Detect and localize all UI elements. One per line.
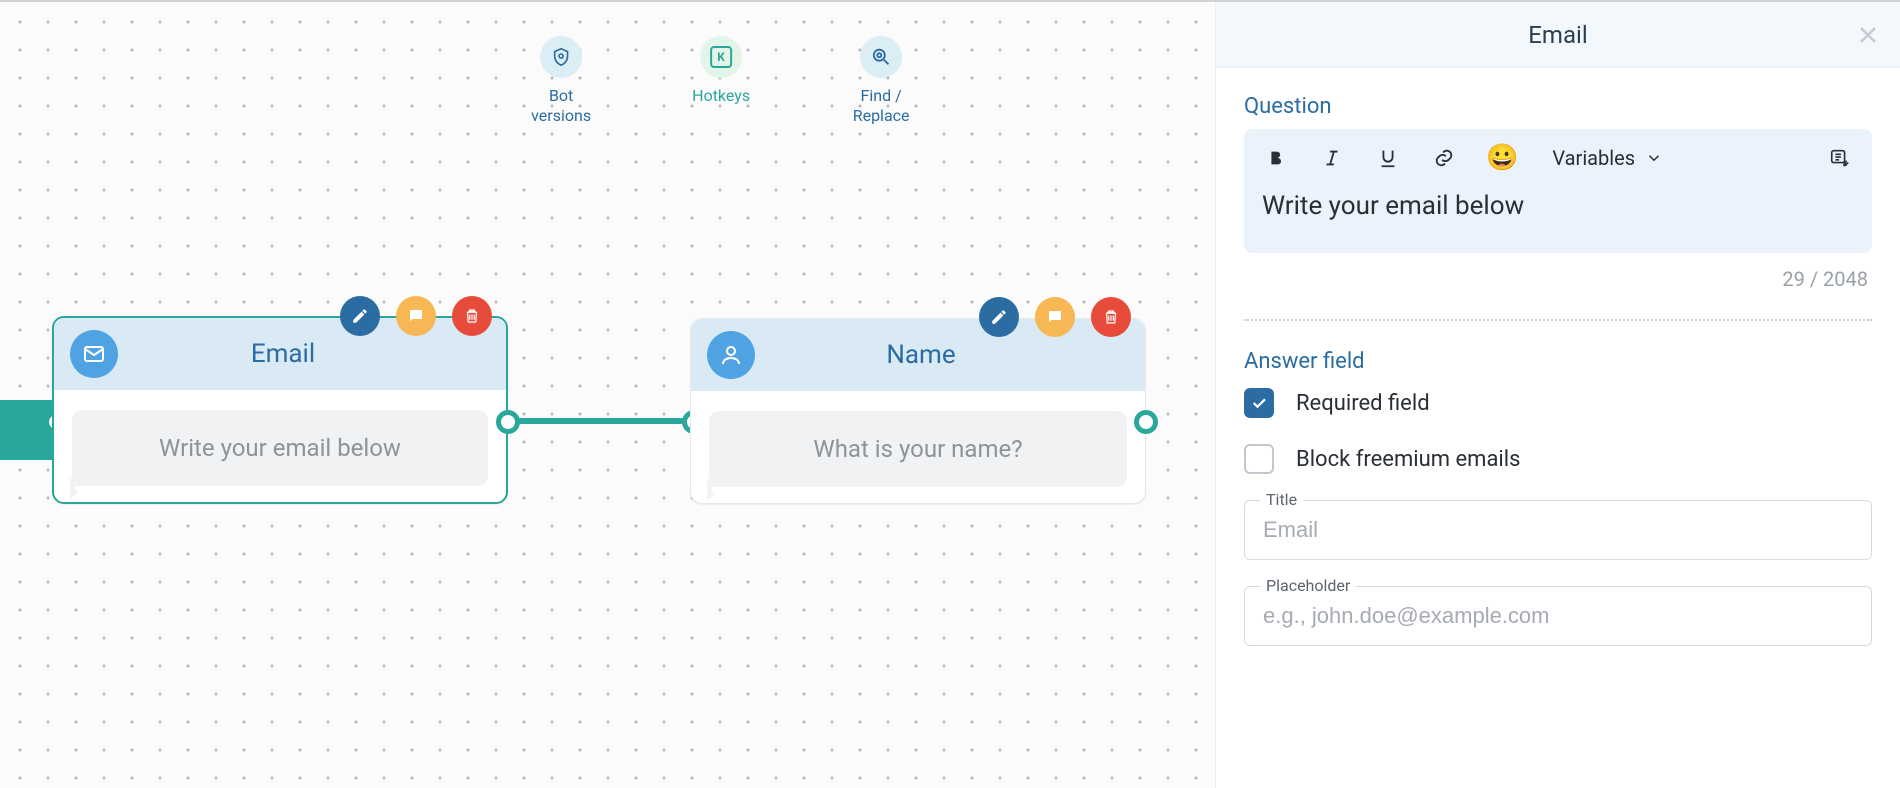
panel-header: Email [1216,2,1900,68]
node-message: Write your email below [72,410,488,486]
emoji-button[interactable]: 😀 [1486,143,1518,173]
find-replace-label: Find / Replace [839,86,923,126]
editor-toolbar: 😀 Variables [1244,129,1872,183]
comment-button[interactable] [1035,297,1075,337]
link-button[interactable] [1430,144,1458,172]
chevron-down-icon [1645,149,1663,167]
block-freemium-toggle[interactable]: Block freemium emails [1244,444,1872,474]
variables-label: Variables [1552,146,1635,170]
mail-icon [70,330,118,378]
node-actions [340,296,492,336]
find-replace-button[interactable]: Find / Replace [839,36,923,126]
port-out-name[interactable] [1134,410,1158,434]
connector-wire [518,418,684,424]
hotkeys-label: Hotkeys [692,86,750,106]
shield-icon [540,36,582,78]
required-field-label: Required field [1296,391,1430,416]
node-title: Name [763,340,1129,370]
code-view-button[interactable] [1826,144,1854,172]
variables-dropdown[interactable]: Variables [1552,146,1663,170]
flow-canvas[interactable]: Bot versions K Hotkeys Find / Replace [0,2,1216,788]
comment-button[interactable] [396,296,436,336]
char-counter: 29 / 2048 [1248,267,1868,291]
placeholder-field-label: Placeholder [1260,576,1356,595]
italic-button[interactable] [1318,144,1346,172]
question-text-input[interactable]: Write your email below [1244,183,1872,253]
title-input[interactable] [1244,500,1872,560]
edit-button[interactable] [979,297,1019,337]
placeholder-field: Placeholder [1244,586,1872,646]
placeholder-input[interactable] [1244,586,1872,646]
keyboard-icon: K [700,36,742,78]
canvas-toolbar: Bot versions K Hotkeys Find / Replace [519,36,923,126]
edit-button[interactable] [340,296,380,336]
panel-title: Email [1528,21,1587,49]
node-email[interactable]: Email Write your email below [52,316,508,504]
title-field-label: Title [1260,490,1303,509]
answer-section-label: Answer field [1244,349,1872,374]
checkbox-checked-icon [1244,388,1274,418]
properties-panel: Email Question [1216,2,1900,788]
user-icon [707,331,755,379]
close-panel-button[interactable] [1854,21,1882,49]
node-actions [979,297,1131,337]
title-field: Title [1244,500,1872,560]
section-divider [1244,319,1872,321]
node-message: What is your name? [709,411,1127,487]
hotkeys-button[interactable]: K Hotkeys [679,36,763,106]
delete-button[interactable] [1091,297,1131,337]
required-field-toggle[interactable]: Required field [1244,388,1872,418]
rich-text-editor: 😀 Variables Write your email below [1244,129,1872,253]
underline-button[interactable] [1374,144,1402,172]
node-name[interactable]: Name What is your name? [690,318,1146,504]
checkbox-unchecked-icon [1244,444,1274,474]
search-icon [860,36,902,78]
question-section-label: Question [1244,94,1872,119]
port-out-email[interactable] [496,410,520,434]
bot-versions-label: Bot versions [519,86,603,126]
block-freemium-label: Block freemium emails [1296,447,1520,472]
bot-versions-button[interactable]: Bot versions [519,36,603,126]
bold-button[interactable] [1262,144,1290,172]
node-title: Email [126,339,490,369]
delete-button[interactable] [452,296,492,336]
